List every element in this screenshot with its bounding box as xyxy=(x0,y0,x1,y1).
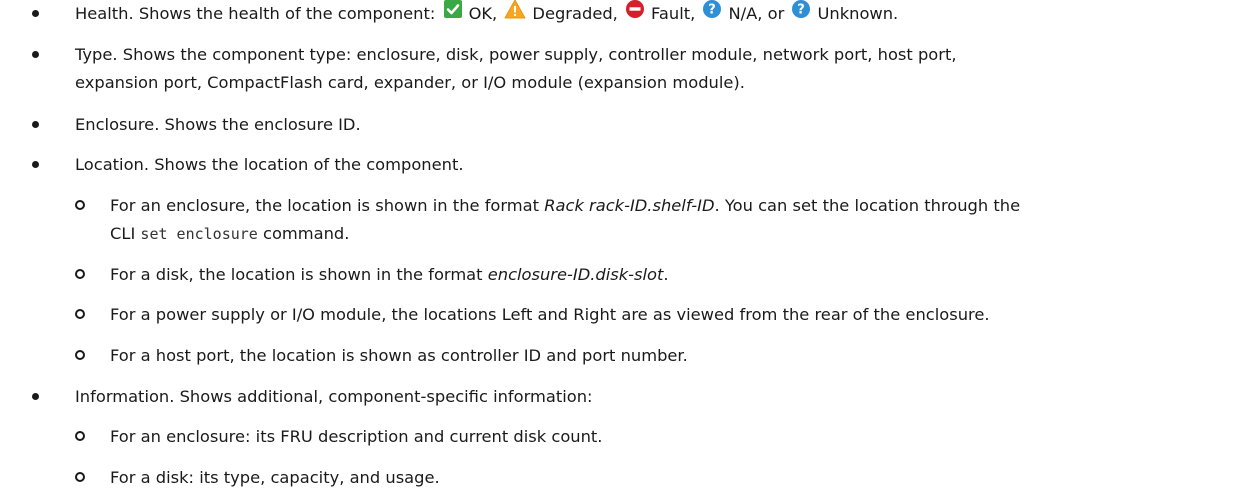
health-na-label: N/A, or xyxy=(728,4,785,23)
help-na-icon: ? xyxy=(702,0,722,27)
location-sub1-line1: For an enclosure, the location is shown … xyxy=(110,193,1020,219)
bullet-dot xyxy=(32,112,39,138)
health-text: Health. Shows the health of the componen… xyxy=(75,0,899,27)
bullet-dot xyxy=(32,152,39,178)
health-fault-label: Fault, xyxy=(651,4,696,23)
location-sub1-command: command. xyxy=(257,224,350,243)
health-ok-label: OK, xyxy=(468,4,498,23)
sub-bullet xyxy=(75,302,85,328)
information-text: Information. Shows additional, component… xyxy=(75,387,593,406)
document-page: Health. Shows the health of the componen… xyxy=(0,0,1235,497)
svg-text:?: ? xyxy=(709,2,717,17)
location-sub2-format: enclosure-ID.disk-slot xyxy=(487,265,664,284)
location-sub3: For a power supply or I/O module, the lo… xyxy=(110,305,990,324)
location-sub2-pre: For a disk, the location is shown in the… xyxy=(110,265,488,284)
health-unknown-label: Unknown. xyxy=(817,4,899,23)
location-sub1-code: set enclosure xyxy=(140,225,258,243)
location-sub1-post: . You can set the location through the xyxy=(714,196,1021,215)
health-intro: Health. Shows the health of the componen… xyxy=(75,4,436,23)
warning-degraded-icon xyxy=(504,0,526,27)
sub-bullet xyxy=(75,193,85,219)
sub-bullet xyxy=(75,343,85,369)
location-sub1-format: Rack rack-ID.shelf-ID xyxy=(544,196,715,215)
enclosure-text: Enclosure. Shows the enclosure ID. xyxy=(75,115,361,134)
type-line-1: Type. Shows the component type: enclosur… xyxy=(75,45,957,64)
location-sub1-cli: CLI xyxy=(110,224,141,243)
help-unknown-icon: ? xyxy=(791,0,811,27)
check-ok-icon xyxy=(443,0,463,27)
sub-bullet xyxy=(75,424,85,450)
fault-icon xyxy=(625,0,645,27)
location-sub2: For a disk, the location is shown in the… xyxy=(110,262,669,288)
health-degraded-label: Degraded, xyxy=(532,4,618,23)
location-text: Location. Shows the location of the comp… xyxy=(75,155,464,174)
svg-text:?: ? xyxy=(798,2,806,17)
location-sub4: For a host port, the location is shown a… xyxy=(110,346,688,365)
sub-bullet xyxy=(75,262,85,288)
location-sub1-pre: For an enclosure, the location is shown … xyxy=(110,196,545,215)
bullet-dot xyxy=(32,42,39,68)
bullet-dot xyxy=(32,1,39,27)
location-sub1-line2: CLI set enclosure command. xyxy=(110,221,349,247)
type-line-2: expansion port, CompactFlash card, expan… xyxy=(75,73,745,92)
sub-bullet xyxy=(75,465,85,491)
information-sub2: For a disk: its type, capacity, and usag… xyxy=(110,468,440,487)
information-sub1: For an enclosure: its FRU description an… xyxy=(110,427,603,446)
location-sub2-post: . xyxy=(663,265,669,284)
bullet-dot xyxy=(32,384,39,410)
